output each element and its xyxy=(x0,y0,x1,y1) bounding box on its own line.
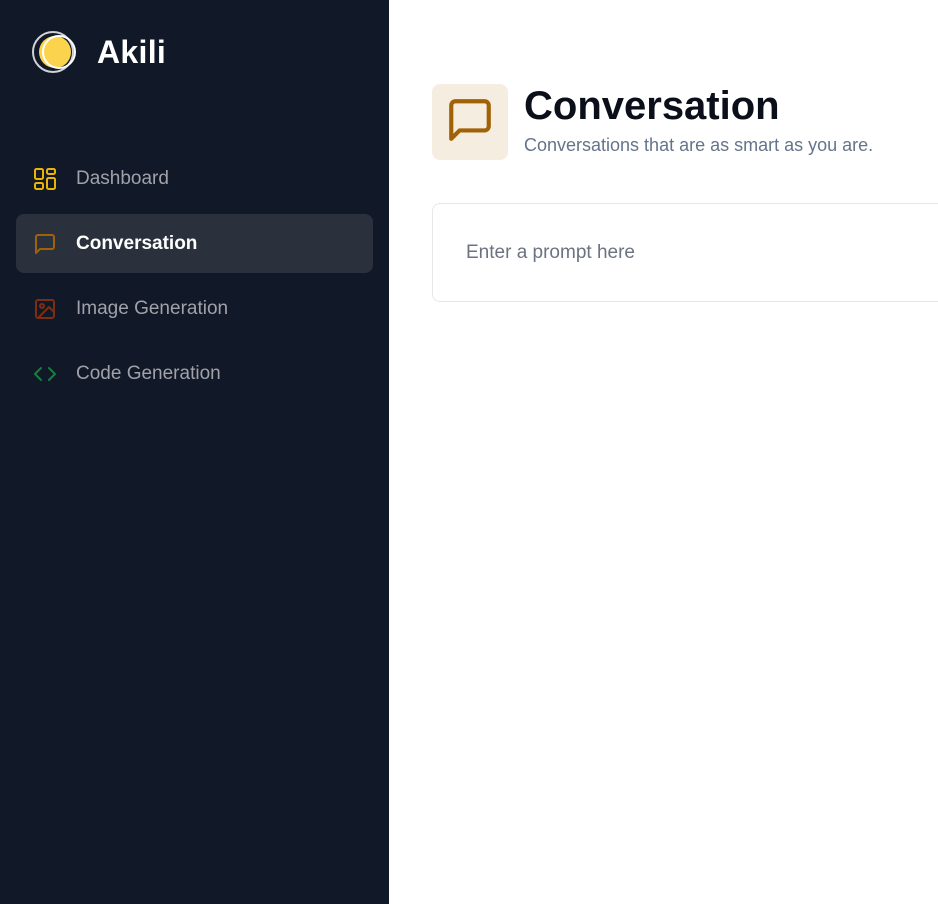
sidebar-item-label: Dashboard xyxy=(76,167,169,189)
app-root: Akili Dashboard Conversation Image Gener… xyxy=(0,0,938,904)
sidebar-item-label: Image Generation xyxy=(76,297,229,319)
sidebar-item-image-generation[interactable]: Image Generation xyxy=(16,279,373,338)
prompt-form xyxy=(432,203,938,302)
heading-icon-tile xyxy=(432,84,508,160)
layout-dashboard-icon xyxy=(32,166,58,192)
prompt-input[interactable] xyxy=(466,240,926,266)
logo-icon xyxy=(32,30,78,74)
sidebar-nav: Dashboard Conversation Image Generation … xyxy=(16,149,373,409)
sidebar-item-label: Code Generation xyxy=(76,362,221,384)
sidebar-item-conversation[interactable]: Conversation xyxy=(16,214,373,273)
message-square-icon xyxy=(445,95,495,150)
sidebar-item-code-generation[interactable]: Code Generation xyxy=(16,344,373,403)
image-icon xyxy=(32,296,58,322)
sidebar: Akili Dashboard Conversation Image Gener… xyxy=(0,0,389,904)
main-content: Conversation Conversations that are as s… xyxy=(389,0,938,904)
sidebar-item-dashboard[interactable]: Dashboard xyxy=(16,149,373,208)
page-title: Conversation xyxy=(524,84,780,128)
message-square-icon xyxy=(32,231,58,257)
page-subtitle: Conversations that are as smart as you a… xyxy=(524,135,874,155)
sidebar-item-label: Conversation xyxy=(76,232,198,254)
code-icon xyxy=(32,361,58,387)
brand[interactable]: Akili xyxy=(32,30,166,74)
brand-name: Akili xyxy=(97,33,167,70)
